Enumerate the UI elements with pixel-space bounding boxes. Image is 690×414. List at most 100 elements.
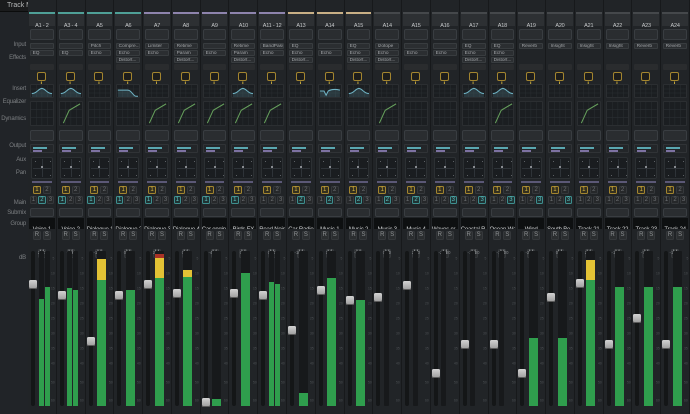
insert-toggle-button[interactable]: I xyxy=(555,72,564,81)
submix-assign-button-1[interactable]: 1 xyxy=(433,196,441,204)
fader-handle[interactable] xyxy=(605,340,613,349)
submix-assign-button-1[interactable]: 1 xyxy=(634,196,642,204)
main-assign-button-1[interactable]: 1 xyxy=(551,186,559,194)
record-button[interactable]: R xyxy=(62,231,70,240)
record-button[interactable]: R xyxy=(263,231,271,240)
fader-handle[interactable] xyxy=(317,286,325,295)
submix-assign-button-1[interactable]: 1 xyxy=(260,196,268,204)
fader-handle[interactable] xyxy=(490,340,498,349)
main-assign-button-1[interactable]: 1 xyxy=(177,186,185,194)
submix-assign-button-2[interactable]: 2 xyxy=(268,196,276,204)
main-assign-button-1[interactable]: 1 xyxy=(62,186,70,194)
insert-toggle-button[interactable]: I xyxy=(94,72,103,81)
insert-toggle-button[interactable]: I xyxy=(267,72,276,81)
insert-toggle-button[interactable]: I xyxy=(210,72,219,81)
main-assign-button-1[interactable]: 1 xyxy=(206,186,214,194)
submix-assign-button-2[interactable]: 2 xyxy=(556,196,564,204)
submix-assign-button-1[interactable]: 1 xyxy=(375,196,383,204)
record-button[interactable]: R xyxy=(378,231,386,240)
submix-assign-button-2[interactable]: 2 xyxy=(297,196,305,204)
main-assign-button-1[interactable]: 1 xyxy=(637,186,645,194)
insert-toggle-button[interactable]: I xyxy=(66,72,75,81)
submix-assign-button-1[interactable]: 1 xyxy=(116,196,124,204)
fader-handle[interactable] xyxy=(633,314,641,323)
record-button[interactable]: R xyxy=(436,231,444,240)
record-button[interactable]: R xyxy=(493,231,501,240)
submix-assign-button-1[interactable]: 1 xyxy=(576,196,584,204)
main-assign-button-1[interactable]: 1 xyxy=(493,186,501,194)
insert-toggle-button[interactable]: I xyxy=(440,72,449,81)
submix-assign-button-1[interactable]: 1 xyxy=(174,196,182,204)
insert-toggle-button[interactable]: I xyxy=(353,72,362,81)
record-button[interactable]: R xyxy=(90,231,98,240)
record-button[interactable]: R xyxy=(637,231,645,240)
main-assign-button-1[interactable]: 1 xyxy=(148,186,156,194)
insert-toggle-button[interactable]: I xyxy=(670,72,679,81)
main-assign-button-1[interactable]: 1 xyxy=(666,186,674,194)
main-assign-button-1[interactable]: 1 xyxy=(321,186,329,194)
submix-assign-button-2[interactable]: 2 xyxy=(38,196,46,204)
insert-toggle-button[interactable]: I xyxy=(469,72,478,81)
fader-handle[interactable] xyxy=(259,291,267,300)
submix-assign-button-2[interactable]: 2 xyxy=(671,196,679,204)
record-button[interactable]: R xyxy=(349,231,357,240)
submix-assign-button-2[interactable]: 2 xyxy=(470,196,478,204)
submix-assign-button-1[interactable]: 1 xyxy=(663,196,671,204)
insert-toggle-button[interactable]: I xyxy=(497,72,506,81)
main-assign-button-1[interactable]: 1 xyxy=(292,186,300,194)
fader-handle[interactable] xyxy=(230,289,238,298)
submix-assign-button-1[interactable]: 1 xyxy=(519,196,527,204)
submix-assign-button-1[interactable]: 1 xyxy=(87,196,95,204)
record-button[interactable]: R xyxy=(148,231,156,240)
submix-assign-button-2[interactable]: 2 xyxy=(499,196,507,204)
fader-handle[interactable] xyxy=(461,340,469,349)
submix-assign-button-1[interactable]: 1 xyxy=(58,196,66,204)
insert-toggle-button[interactable]: I xyxy=(325,72,334,81)
insert-toggle-button[interactable]: I xyxy=(123,72,132,81)
fader-handle[interactable] xyxy=(144,280,152,289)
insert-toggle-button[interactable]: I xyxy=(411,72,420,81)
fader-handle[interactable] xyxy=(173,289,181,298)
record-button[interactable]: R xyxy=(580,231,588,240)
record-button[interactable]: R xyxy=(609,231,617,240)
submix-assign-button-2[interactable]: 2 xyxy=(182,196,190,204)
fader-handle[interactable] xyxy=(576,279,584,288)
fader-handle[interactable] xyxy=(374,293,382,302)
record-button[interactable]: R xyxy=(177,231,185,240)
record-button[interactable]: R xyxy=(234,231,242,240)
main-assign-button-1[interactable]: 1 xyxy=(436,186,444,194)
submix-assign-button-1[interactable]: 1 xyxy=(346,196,354,204)
record-button[interactable]: R xyxy=(206,231,214,240)
insert-toggle-button[interactable]: I xyxy=(613,72,622,81)
insert-toggle-button[interactable]: I xyxy=(238,72,247,81)
submix-assign-button-1[interactable]: 1 xyxy=(490,196,498,204)
main-assign-button-1[interactable]: 1 xyxy=(119,186,127,194)
fader-handle[interactable] xyxy=(288,326,296,335)
fader-handle[interactable] xyxy=(547,293,555,302)
fader-handle[interactable] xyxy=(87,337,95,346)
main-assign-button-1[interactable]: 1 xyxy=(465,186,473,194)
submix-assign-button-1[interactable]: 1 xyxy=(30,196,38,204)
submix-assign-button-2[interactable]: 2 xyxy=(240,196,248,204)
submix-assign-button-1[interactable]: 1 xyxy=(548,196,556,204)
submix-assign-button-2[interactable]: 2 xyxy=(96,196,104,204)
fader-handle[interactable] xyxy=(202,398,210,407)
insert-toggle-button[interactable]: I xyxy=(296,72,305,81)
insert-toggle-button[interactable]: I xyxy=(641,72,650,81)
submix-assign-button-1[interactable]: 1 xyxy=(461,196,469,204)
record-button[interactable]: R xyxy=(321,231,329,240)
fader-handle[interactable] xyxy=(432,369,440,378)
record-button[interactable]: R xyxy=(119,231,127,240)
fader-handle[interactable] xyxy=(403,281,411,290)
submix-assign-button-2[interactable]: 2 xyxy=(384,196,392,204)
submix-assign-button-2[interactable]: 2 xyxy=(585,196,593,204)
submix-assign-button-2[interactable]: 2 xyxy=(412,196,420,204)
main-assign-button-1[interactable]: 1 xyxy=(609,186,617,194)
insert-toggle-button[interactable]: I xyxy=(181,72,190,81)
insert-toggle-button[interactable]: I xyxy=(526,72,535,81)
main-assign-button-1[interactable]: 1 xyxy=(522,186,530,194)
submix-assign-button-2[interactable]: 2 xyxy=(211,196,219,204)
submix-assign-button-1[interactable]: 1 xyxy=(231,196,239,204)
main-assign-button-1[interactable]: 1 xyxy=(407,186,415,194)
insert-toggle-button[interactable]: I xyxy=(382,72,391,81)
